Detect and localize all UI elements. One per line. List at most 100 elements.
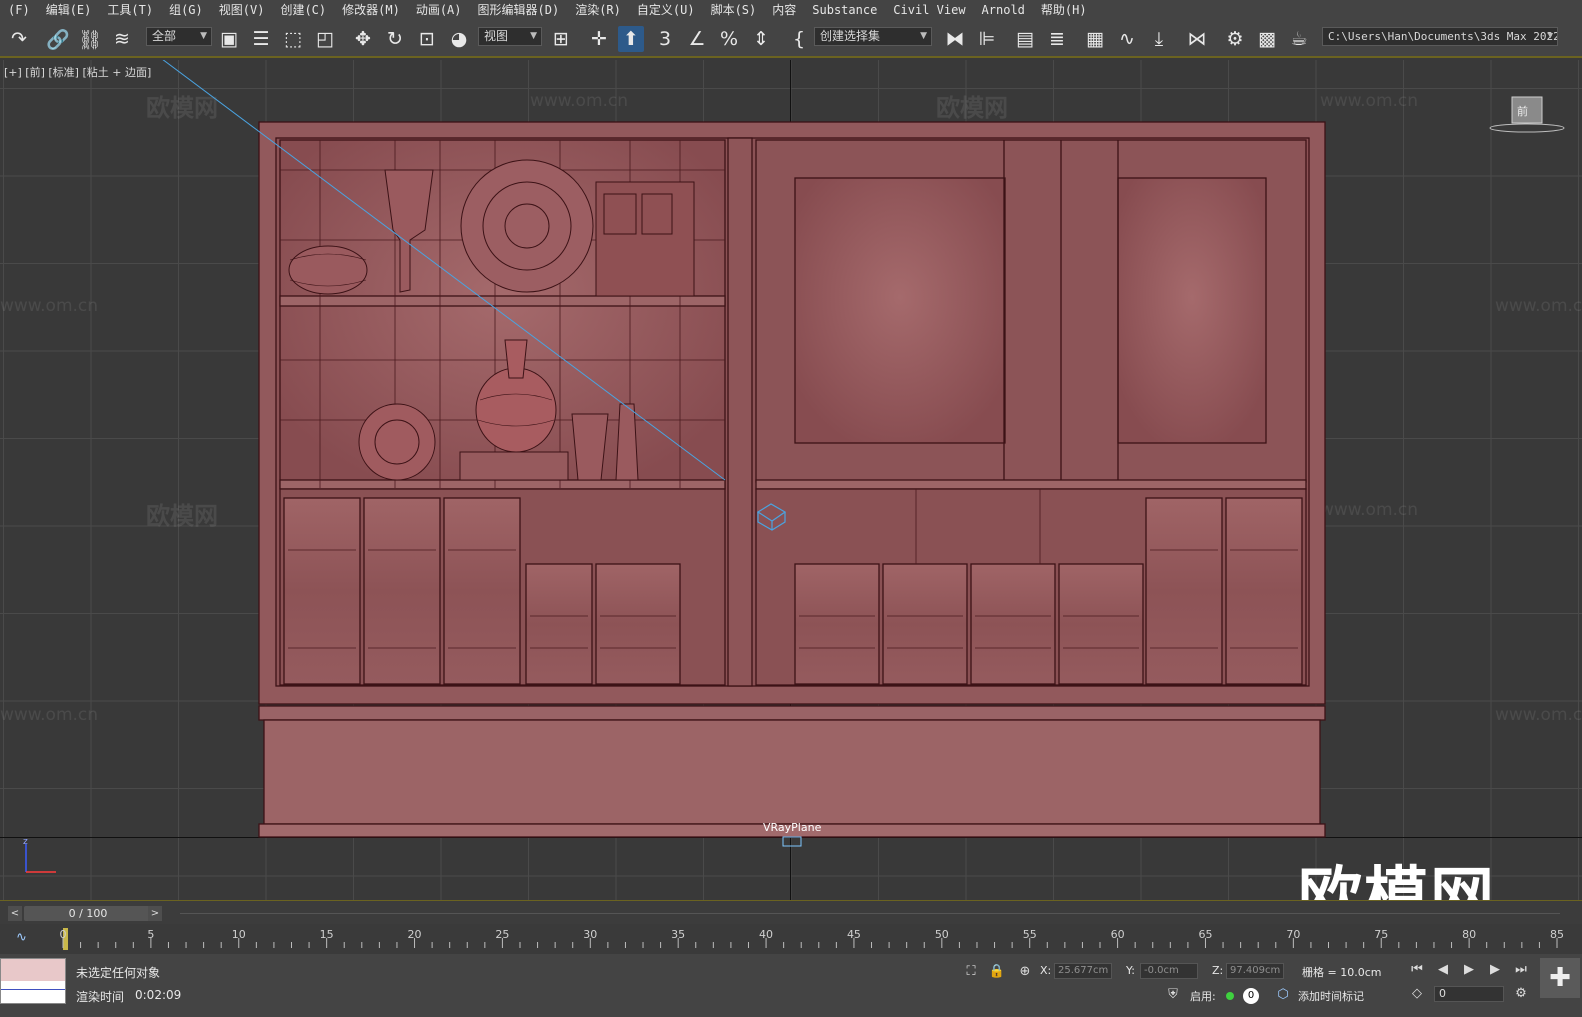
cabinet-drawer[interactable] bbox=[1058, 563, 1144, 685]
cabinet-door[interactable] bbox=[443, 497, 521, 685]
time-tag-icon[interactable]: ⬡ bbox=[1274, 985, 1292, 1003]
menu-item[interactable]: 视图(V) bbox=[211, 0, 273, 20]
keyboard-shortcut-override-icon[interactable]: ⬆ bbox=[618, 26, 644, 52]
menu-item[interactable]: 动画(A) bbox=[408, 0, 470, 20]
time-slider-thumb[interactable]: 0 / 100 bbox=[24, 906, 152, 921]
decor-plate[interactable] bbox=[460, 159, 594, 293]
current-frame-field[interactable]: 0 bbox=[1434, 986, 1504, 1002]
curve-editor-icon[interactable]: ∿ bbox=[1114, 26, 1140, 52]
angle-snap-icon[interactable]: ∠ bbox=[684, 26, 710, 52]
play-icon[interactable]: ▶ bbox=[1460, 960, 1478, 978]
schematic-view-icon[interactable]: ⋈ bbox=[1184, 26, 1210, 52]
track-bar[interactable]: ∿ 0 5 10 15 20 25 30 35 40 45 50 55 60 65 70 75 80 85 bbox=[0, 924, 1582, 954]
y-coord-field[interactable]: -0.0cm bbox=[1140, 963, 1198, 979]
placement-icon[interactable]: ◕ bbox=[446, 26, 472, 52]
cabinet-drawer[interactable] bbox=[882, 563, 968, 685]
cabinet-door[interactable] bbox=[1145, 497, 1223, 685]
unlink-icon[interactable]: ⛓ bbox=[77, 26, 103, 52]
cabinet-model[interactable] bbox=[0, 60, 1582, 900]
shield-icon[interactable]: ⛨ bbox=[1164, 985, 1182, 1003]
select-manipulate-icon[interactable]: ✛ bbox=[586, 26, 612, 52]
scale-icon[interactable]: ⊡ bbox=[414, 26, 440, 52]
window-crossing-icon[interactable]: ◰ bbox=[312, 26, 338, 52]
scene-explorer-icon[interactable]: ▤ bbox=[1012, 26, 1038, 52]
menu-item[interactable]: Civil View bbox=[885, 0, 973, 20]
cabinet-drawer[interactable] bbox=[525, 563, 593, 685]
render-production-icon[interactable]: ☕ bbox=[1286, 26, 1312, 52]
dope-sheet-icon[interactable]: ⤓ bbox=[1146, 26, 1172, 52]
menu-item[interactable]: 渲染(R) bbox=[567, 0, 629, 20]
menu-item[interactable]: 编辑(E) bbox=[38, 0, 100, 20]
decor-bowl[interactable] bbox=[288, 245, 368, 295]
menu-item[interactable]: 图形编辑器(D) bbox=[470, 0, 568, 20]
viewport-navigation-icon[interactable]: ✚ bbox=[1540, 958, 1580, 998]
pivot-icon[interactable]: ⊞ bbox=[548, 26, 574, 52]
select-by-name-icon[interactable]: ☰ bbox=[248, 26, 274, 52]
selection-filter-value: 全部 bbox=[152, 29, 177, 43]
redo-icon[interactable]: ↷ bbox=[6, 26, 32, 52]
go-to-end-icon[interactable]: ⏭ bbox=[1512, 960, 1530, 978]
menu-item[interactable]: 工具(T) bbox=[99, 0, 161, 20]
move-icon[interactable]: ✥ bbox=[350, 26, 376, 52]
layer-explorer-icon[interactable]: ≣ bbox=[1044, 26, 1070, 52]
toggle-ribbon-icon[interactable]: ▦ bbox=[1082, 26, 1108, 52]
go-to-start-icon[interactable]: ⏮ bbox=[1408, 960, 1426, 978]
render-setup-icon[interactable]: ⚙ bbox=[1222, 26, 1248, 52]
cabinet-drawer[interactable] bbox=[595, 563, 681, 685]
named-selection-dropdown[interactable]: 创建选择集 ▼ bbox=[814, 27, 932, 46]
menu-item[interactable]: 组(G) bbox=[161, 0, 211, 20]
select-object-icon[interactable]: ▣ bbox=[216, 26, 242, 52]
decor-books[interactable] bbox=[459, 451, 569, 481]
align-icon[interactable]: ⊫ bbox=[974, 26, 1000, 52]
next-frame-icon[interactable]: ▶ bbox=[1486, 960, 1504, 978]
previous-frame-icon[interactable]: ◀ bbox=[1434, 960, 1452, 978]
decor-round-plate[interactable] bbox=[358, 403, 436, 481]
menu-item[interactable]: 内容 bbox=[764, 0, 804, 20]
absolute-mode-icon[interactable]: ⊕ bbox=[1016, 962, 1034, 980]
reference-coord-dropdown[interactable]: 视图 ▼ bbox=[478, 27, 542, 46]
mini-listener[interactable] bbox=[0, 958, 66, 1004]
menu-item[interactable]: 帮助(H) bbox=[1033, 0, 1095, 20]
cabinet-door[interactable] bbox=[283, 497, 361, 685]
add-time-tag[interactable]: 添加时间标记 bbox=[1298, 988, 1364, 1004]
vray-plane-gizmo[interactable] bbox=[782, 836, 802, 847]
menu-item[interactable]: 自定义(U) bbox=[629, 0, 703, 20]
percent-snap-icon[interactable]: % bbox=[716, 26, 742, 52]
menu-item[interactable]: Arnold bbox=[974, 0, 1033, 20]
spinner-snap-icon[interactable]: ⇕ bbox=[748, 26, 774, 52]
render-frame-icon[interactable]: ▩ bbox=[1254, 26, 1280, 52]
rectangular-selection-icon[interactable]: ⬚ bbox=[280, 26, 306, 52]
decor-vase[interactable] bbox=[475, 367, 557, 453]
mirror-icon[interactable]: ⧓ bbox=[942, 26, 968, 52]
menu-item[interactable]: Substance bbox=[804, 0, 885, 20]
time-configuration-icon[interactable]: ⚙ bbox=[1512, 984, 1530, 1002]
cabinet-drawer[interactable] bbox=[794, 563, 880, 685]
menu-item[interactable]: 脚本(S) bbox=[703, 0, 765, 20]
link-icon[interactable]: 🔗 bbox=[45, 26, 71, 52]
key-mode-icon[interactable]: ◇ bbox=[1408, 984, 1426, 1002]
lock-selection-icon[interactable]: 🔒 bbox=[988, 962, 1006, 980]
cabinet-door[interactable] bbox=[363, 497, 441, 685]
status-bar: 未选定任何对象 渲染时间 0:02:09 ⛶ 🔒 ⊕ X: 25.677cm Y… bbox=[0, 954, 1582, 1017]
edit-named-selection-icon[interactable]: { bbox=[786, 26, 812, 52]
next-frame-button[interactable]: > bbox=[148, 906, 162, 921]
decor-box[interactable] bbox=[595, 181, 695, 297]
snaps-toggle-icon[interactable]: 3 bbox=[652, 26, 678, 52]
decor-tall-cup[interactable] bbox=[615, 403, 639, 481]
time-slider[interactable]: < 0 / 100 > bbox=[0, 900, 1582, 924]
selection-filter-dropdown[interactable]: 全部 ▼ bbox=[146, 27, 212, 46]
project-path-dropdown[interactable]: C:\Users\Han\Documents\3ds Max 2022 ▼ bbox=[1322, 27, 1558, 46]
z-coord-field[interactable]: 97.409cm bbox=[1226, 963, 1284, 979]
menu-item[interactable]: 修改器(M) bbox=[334, 0, 408, 20]
rotate-icon[interactable]: ↻ bbox=[382, 26, 408, 52]
cabinet-drawer[interactable] bbox=[970, 563, 1056, 685]
bind-spacewarp-icon[interactable]: ≋ bbox=[109, 26, 135, 52]
isolate-selection-icon[interactable]: ⛶ bbox=[962, 962, 980, 980]
front-viewport[interactable]: 欧模网 www.om.cn 欧模网 www.om.cn www.om.cn 欧模… bbox=[0, 60, 1582, 900]
prev-frame-button[interactable]: < bbox=[8, 906, 22, 921]
menu-item[interactable]: (F) bbox=[0, 0, 38, 20]
menu-item[interactable]: 创建(C) bbox=[272, 0, 334, 20]
viewport-label[interactable]: [+] [前] [标准] [粘土 + 边面] bbox=[4, 64, 151, 80]
cabinet-door[interactable] bbox=[1225, 497, 1303, 685]
x-coord-field[interactable]: 25.677cm bbox=[1054, 963, 1112, 979]
